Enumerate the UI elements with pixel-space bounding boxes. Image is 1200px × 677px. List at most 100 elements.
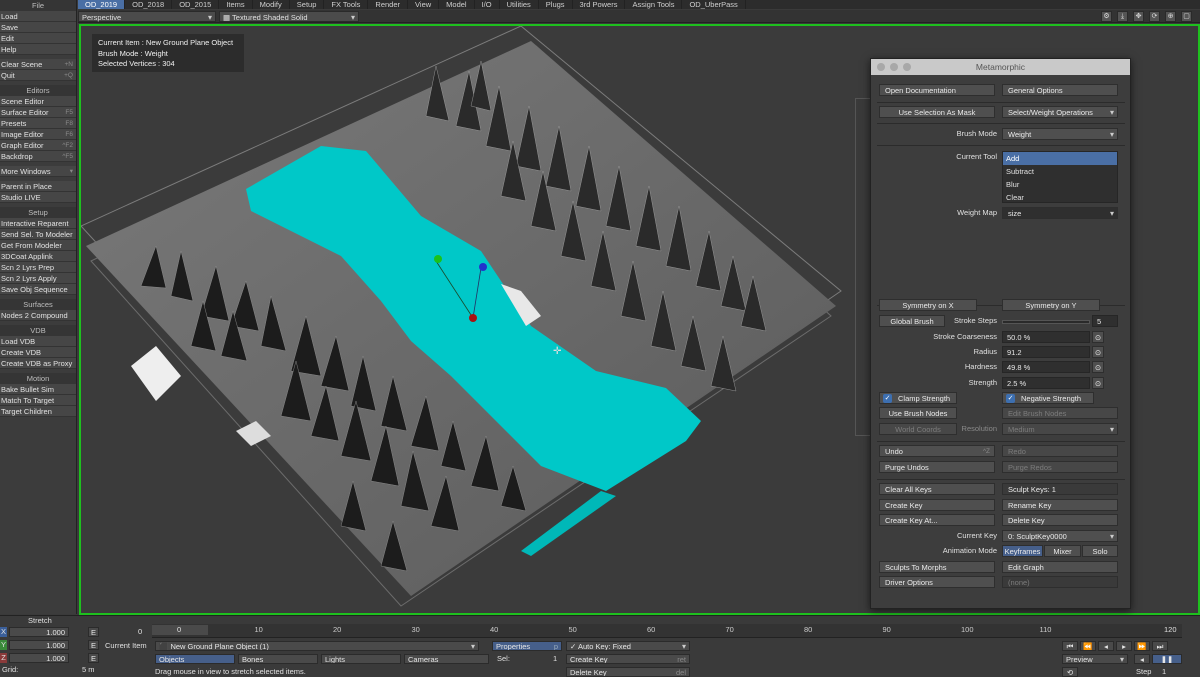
sculpts-to-morphs-button[interactable]: Sculpts To Morphs: [879, 561, 995, 573]
weight-map-select[interactable]: size: [1002, 207, 1118, 219]
select-weight-ops-dropdown[interactable]: Select/Weight Operations: [1002, 106, 1118, 118]
sidebar-scn-2-lyrs-prep[interactable]: Scn 2 Lyrs Prep: [0, 262, 76, 273]
rotate-view-icon[interactable]: ⟳: [1149, 11, 1160, 22]
create-key-button[interactable]: Create Key: [879, 499, 995, 511]
parent-in-place-button[interactable]: Parent in Place: [0, 181, 76, 192]
sidebar-surface-editor[interactable]: Surface Editor F5: [0, 107, 76, 118]
sidebar-create-vdb-as-proxy[interactable]: Create VDB as Proxy: [0, 358, 76, 369]
play-reverse-icon[interactable]: ◂: [1134, 654, 1150, 664]
menu-plugs[interactable]: Plugs: [539, 0, 573, 9]
use-brush-nodes-button[interactable]: Use Brush Nodes: [879, 407, 957, 419]
studio-live-button[interactable]: Studio LIVE: [0, 192, 76, 203]
sidebar-nodes-2-compound[interactable]: Nodes 2 Compound: [0, 310, 76, 321]
symmetry-x-button[interactable]: Symmetry on X: [879, 299, 977, 311]
sidebar-load-vdb[interactable]: Load VDB: [0, 336, 76, 347]
delete-key-button[interactable]: Delete Key: [1002, 514, 1118, 526]
menu-3rd-powers[interactable]: 3rd Powers: [573, 0, 626, 9]
menu-model[interactable]: Model: [439, 0, 475, 9]
move-view-icon[interactable]: ✥: [1133, 11, 1144, 22]
menu-i-o[interactable]: I/O: [475, 0, 500, 9]
strength-field[interactable]: 2.5 %: [1002, 377, 1090, 389]
sidebar-save-obj-sequence[interactable]: Save Obj Sequence: [0, 284, 76, 295]
hardness-field[interactable]: 49.8 %: [1002, 361, 1090, 373]
sidebar-interactive-reparent[interactable]: Interactive Reparent: [0, 218, 76, 229]
gear-icon[interactable]: ⚙: [1101, 11, 1112, 22]
clear-all-keys-button[interactable]: Clear All Keys: [879, 483, 995, 495]
cameras-mode-button[interactable]: Cameras: [404, 654, 489, 664]
clamp-strength-checkbox[interactable]: ✓ Clamp Strength: [879, 392, 957, 404]
stroke-coarseness-field[interactable]: 50.0 %: [1002, 331, 1090, 343]
frame-end[interactable]: 120: [1160, 625, 1181, 635]
rename-key-button[interactable]: Rename Key: [1002, 499, 1118, 511]
tool-blur[interactable]: Blur: [1003, 178, 1117, 191]
y-envelope-button[interactable]: E: [88, 640, 99, 650]
menu-fx-tools[interactable]: FX Tools: [324, 0, 369, 9]
minimize-icon[interactable]: [890, 63, 898, 71]
maximize-icon[interactable]: [903, 63, 911, 71]
tool-subtract[interactable]: Subtract: [1003, 165, 1117, 178]
current-tool-list[interactable]: Add Subtract Blur Clear: [1002, 151, 1118, 203]
next-frame-icon[interactable]: ▸: [1116, 641, 1132, 651]
sidebar-scn-2-lyrs-apply[interactable]: Scn 2 Lyrs Apply: [0, 273, 76, 284]
clear-scene-button[interactable]: Clear Scene +N: [0, 59, 76, 70]
create-key-bottom-button[interactable]: Create Key ret: [566, 654, 690, 664]
sidebar-3dcoat-applink[interactable]: 3DCoat Applink: [0, 251, 76, 262]
gizmo-z-handle[interactable]: [479, 263, 487, 271]
objects-mode-button[interactable]: Objects: [155, 654, 235, 664]
shading-mode-select[interactable]: ▦ Textured Shaded Solid: [219, 11, 359, 23]
sidebar-bake-bullet-sim[interactable]: Bake Bullet Sim: [0, 384, 76, 395]
brush-mode-select[interactable]: Weight: [1002, 128, 1118, 140]
negative-strength-checkbox[interactable]: ✓ Negative Strength: [1002, 392, 1094, 404]
step-value[interactable]: 1: [1162, 667, 1166, 677]
tool-add[interactable]: Add: [1003, 152, 1117, 165]
panel-titlebar[interactable]: Metamorphic: [871, 59, 1130, 75]
sidebar-scene-editor[interactable]: Scene Editor: [0, 96, 76, 107]
general-options-button[interactable]: General Options: [1002, 84, 1118, 96]
sidebar-get-from-modeler[interactable]: Get From Modeler: [0, 240, 76, 251]
sidebar-save[interactable]: Save: [0, 22, 76, 33]
menu-items[interactable]: Items: [219, 0, 253, 9]
mixer-mode-button[interactable]: Mixer: [1044, 545, 1081, 557]
menu-utilities[interactable]: Utilities: [500, 0, 539, 9]
menu-setup[interactable]: Setup: [290, 0, 325, 9]
first-frame-icon[interactable]: ⏮: [1062, 641, 1078, 651]
purge-undos-button[interactable]: Purge Undos: [879, 461, 995, 473]
undo-button[interactable]: Undo ^Z: [879, 445, 995, 457]
stroke-steps-value[interactable]: 5: [1092, 315, 1118, 327]
maximize-view-icon[interactable]: ▢: [1181, 11, 1192, 22]
y-value-field[interactable]: 1.000: [9, 640, 69, 650]
sidebar-help[interactable]: Help: [0, 44, 76, 55]
sidebar-match-to-target[interactable]: Match To Target: [0, 395, 76, 406]
strength-envelope-icon[interactable]: ⊙: [1092, 377, 1104, 389]
menu-assign-tools[interactable]: Assign Tools: [625, 0, 683, 9]
menu-od-2018[interactable]: OD_2018: [125, 0, 173, 9]
solo-mode-button[interactable]: Solo: [1082, 545, 1118, 557]
sidebar-edit[interactable]: Edit: [0, 33, 76, 44]
symmetry-y-button[interactable]: Symmetry on Y: [1002, 299, 1100, 311]
preview-select[interactable]: Preview: [1062, 654, 1128, 664]
sidebar-graph-editor[interactable]: Graph Editor ^F2: [0, 140, 76, 151]
prev-key-icon[interactable]: ⏪: [1080, 641, 1096, 651]
gizmo-x-handle[interactable]: [469, 314, 477, 322]
close-icon[interactable]: [877, 63, 885, 71]
stroke-coarseness-envelope-icon[interactable]: ⊙: [1092, 331, 1104, 343]
current-key-select[interactable]: 0: SculptKey0000: [1002, 530, 1118, 542]
sidebar-send-sel-to-modeler[interactable]: Send Sel. To Modeler: [0, 229, 76, 240]
menu-modify[interactable]: Modify: [253, 0, 290, 9]
global-brush-button[interactable]: Global Brush: [879, 315, 945, 327]
prev-frame-icon[interactable]: ◂: [1098, 641, 1114, 651]
zoom-view-icon[interactable]: ⊕: [1165, 11, 1176, 22]
sidebar-image-editor[interactable]: Image Editor F6: [0, 129, 76, 140]
pause-icon[interactable]: ❚❚: [1152, 654, 1182, 664]
next-key-icon[interactable]: ⏩: [1134, 641, 1150, 651]
x-value-field[interactable]: 1.000: [9, 627, 69, 637]
current-item-select[interactable]: ⬛ New Ground Plane Object (1): [155, 641, 479, 651]
x-envelope-button[interactable]: E: [88, 627, 99, 637]
auto-key-select[interactable]: ✓ Auto Key: Fixed: [566, 641, 690, 651]
view-mode-select[interactable]: Perspective: [78, 11, 216, 23]
tool-clear[interactable]: Clear: [1003, 191, 1117, 204]
timeline-track[interactable]: [152, 624, 1182, 638]
menu-od-uberpass[interactable]: OD_UberPass: [682, 0, 746, 9]
create-key-at-button[interactable]: Create Key At...: [879, 514, 995, 526]
loop-icon[interactable]: ⟲: [1062, 667, 1078, 677]
